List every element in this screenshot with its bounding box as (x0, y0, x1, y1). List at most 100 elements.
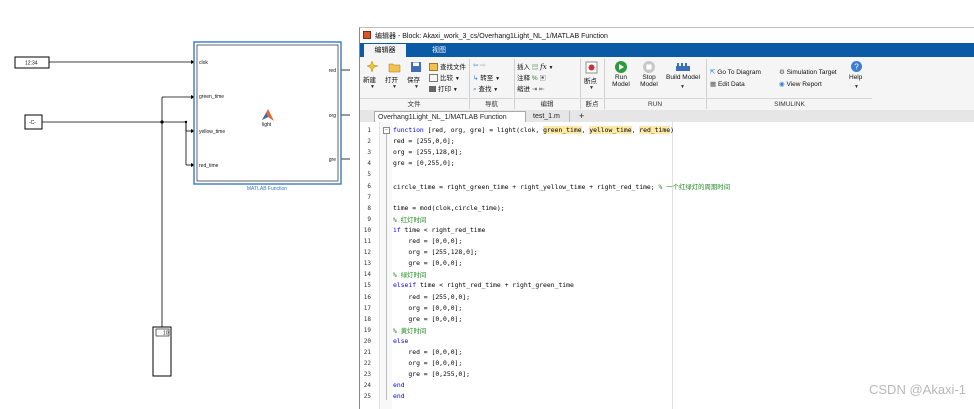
breakpoints-button[interactable]: 断点 ▼ (583, 60, 601, 96)
code-line[interactable]: % 绿灯时间 (393, 270, 426, 279)
find-files-button[interactable]: 查找文件 (429, 61, 466, 72)
line-number: 7 (367, 193, 371, 201)
code-line[interactable]: if time < right_red_time (393, 226, 485, 234)
new-icon (366, 60, 379, 73)
keyword: function (393, 126, 424, 134)
gear-icon: ⚙ (779, 69, 785, 76)
port-out-red: red (329, 68, 336, 74)
tab-editor[interactable]: 编辑器 (364, 44, 406, 57)
editor-title: 编辑器 - Block: Akaxi_work_3_cs/Overhang1Li… (375, 33, 608, 40)
code-line[interactable]: else (393, 337, 408, 345)
goto-diagram-button[interactable]: ⇱ Go To Diagram (710, 68, 761, 76)
line-number: 22 (363, 360, 371, 368)
code-line[interactable]: red = [0,0,0]; (393, 348, 462, 356)
nav-back-forward[interactable]: ⇦ ⇨ (473, 61, 486, 69)
code-token: red = [255,0,0]; (393, 137, 455, 146)
code-line[interactable]: org = [0,0,0]; (393, 304, 462, 312)
line-number: 25 (363, 393, 371, 401)
fold-line (386, 134, 387, 401)
code-line[interactable]: % 黄灯时间 (393, 326, 426, 335)
code-line[interactable]: time = mod(clok,circle_time); (393, 204, 505, 212)
chevron-down-icon: ▼ (392, 84, 397, 90)
code-line[interactable]: circle_time = right_green_time + right_y… (393, 182, 730, 191)
simulink-canvas[interactable]: 12:34 -C- clok green_time yellow_time re (0, 0, 360, 408)
code-line[interactable]: org = [0,0,0]; (393, 359, 462, 367)
code-line[interactable]: gre = [0,255,0]; (393, 370, 470, 378)
line-number: 12 (363, 249, 371, 257)
code-token: org = [255,128,0]; (393, 248, 478, 257)
build-icon (676, 63, 690, 71)
line-number: 13 (363, 260, 371, 268)
line-number: 18 (363, 315, 371, 323)
line-number: 10 (363, 226, 371, 234)
fold-toggle-icon[interactable]: − (383, 127, 390, 134)
line-number: 19 (363, 326, 371, 334)
run-model-button[interactable]: Run Model (609, 60, 633, 96)
goto-button[interactable]: ↳ 转至 ▼ (473, 72, 500, 82)
find-button[interactable]: ⌕ 查找 ▼ (473, 83, 498, 94)
forward-arrow-icon: ⇨ (480, 62, 486, 69)
open-button[interactable]: 打开 ▼ (385, 60, 405, 94)
code-line[interactable]: end (393, 392, 405, 400)
new-tab-button[interactable]: + (576, 111, 588, 122)
code-line[interactable]: red = [255,0,0]; (393, 137, 455, 145)
chevron-down-icon: ▼ (370, 84, 375, 90)
code-line[interactable]: gre = [0,0,0]; (393, 259, 462, 267)
help-button[interactable]: ? Help ▼ (847, 60, 867, 96)
highlighted-token: red_time (639, 126, 671, 134)
code-line[interactable]: gre = [0,255,0]; (393, 159, 455, 167)
code-token: gre = [0,255,0]; (393, 159, 455, 168)
print-button[interactable]: 打印 ▼ (429, 83, 458, 93)
comment-button[interactable]: 注释 % ▣ (517, 72, 546, 82)
port-out-gre: gre (329, 157, 336, 163)
code-line[interactable]: org = [255,128,0]; (393, 248, 478, 257)
edit-data-button[interactable]: ▦ Edit Data (710, 80, 745, 88)
new-button[interactable]: 新建 ▼ (363, 60, 383, 94)
line-number: 8 (367, 204, 371, 212)
code-token: red = [0,0,0]; (393, 237, 463, 245)
tab-view[interactable]: 视图 (418, 44, 460, 57)
indent-icon: ⇥ (531, 86, 538, 93)
save-button[interactable]: 保存 ▼ (407, 60, 427, 94)
line-number: 21 (363, 349, 371, 356)
code-line[interactable]: red = [0,0,0]; (393, 237, 462, 245)
chevron-down-icon: ▼ (493, 87, 499, 93)
file-tab-matlab-function[interactable]: Overhang1Light_NL_1/MATLAB Function (374, 111, 526, 122)
code-editor[interactable]: 1 2 3 4 5 6 7 8 9 10 11 12 13 14 15 16 17 18 19 20 21 22 23 24 2… (360, 122, 974, 409)
constant-block[interactable]: -C- (24, 114, 43, 130)
compare-button[interactable]: 比较 ▼ (429, 72, 460, 83)
code-line[interactable]: org = [255,128,0]; (393, 148, 462, 156)
chevron-down-icon: ▼ (589, 85, 594, 91)
clock-display: 12:34 (25, 61, 38, 67)
code-token: time < right_red_time (400, 225, 486, 234)
insert-button[interactable]: 插入 ▤ fx ▼ (517, 61, 553, 71)
file-tab-test1[interactable]: test_1.m (530, 111, 570, 122)
code-token: org = [255,128,0]; (393, 148, 463, 157)
editor-titlebar[interactable]: 编辑器 - Block: Akaxi_work_3_cs/Overhang1Li… (360, 28, 974, 43)
keyword: end (393, 392, 405, 401)
stop-model-button[interactable]: Stop Model (637, 60, 661, 96)
comment: % 绿灯时间 (393, 271, 427, 280)
chevron-down-icon: ▼ (680, 84, 685, 90)
clock-block[interactable]: 12:34 (14, 56, 50, 69)
display-value: 10 (163, 331, 169, 337)
play-icon (615, 61, 627, 73)
indent-button[interactable]: 缩进 ⇥ ⇤ (517, 83, 545, 93)
display-block[interactable]: 10 (152, 326, 172, 377)
code-line[interactable]: function [red, org, gre] = light(clok, g… (393, 126, 674, 134)
editor-window[interactable]: 编辑器 - Block: Akaxi_work_3_cs/Overhang1Li… (359, 27, 974, 409)
line-number: 15 (363, 282, 371, 290)
code-line[interactable]: % 红灯时间 (393, 215, 426, 224)
simulation-target-button[interactable]: ⚙ Simulation Target (779, 68, 837, 76)
build-model-button[interactable]: Build Model ▼ (665, 60, 701, 96)
code-line[interactable]: end (393, 381, 405, 389)
arrowheads (160, 60, 195, 332)
line-number: 16 (363, 293, 371, 301)
fold-column[interactable]: − (380, 122, 392, 409)
matlab-function-block[interactable]: clok green_time yellow_time red_time red… (193, 41, 342, 185)
code-line[interactable]: elseif time < right_red_time + right_gre… (393, 281, 574, 289)
port-in-clok: clok (199, 60, 208, 66)
code-line[interactable]: red = [255,0,0]; (393, 293, 470, 301)
code-line[interactable]: gre = [0,0,0]; (393, 315, 462, 323)
view-report-button[interactable]: ◉ View Report (779, 80, 822, 88)
